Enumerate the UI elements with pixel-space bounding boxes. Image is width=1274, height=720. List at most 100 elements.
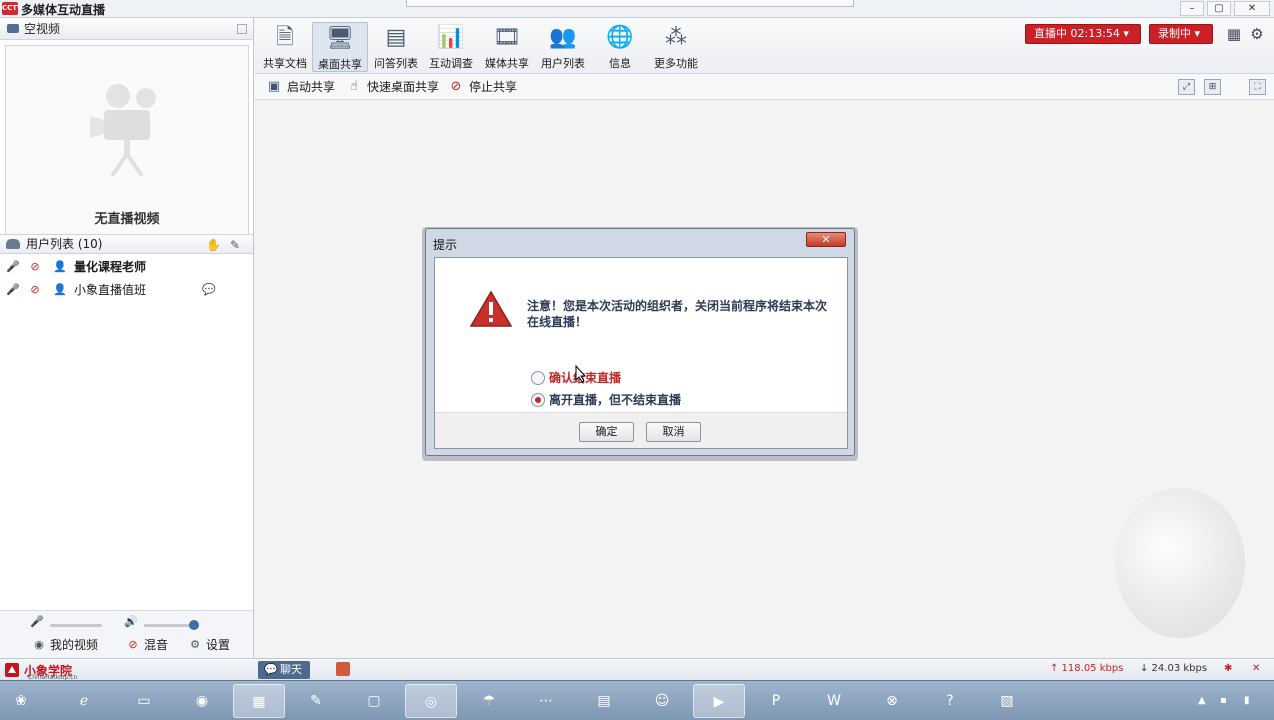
- mix-button[interactable]: ⊘ 混音: [126, 637, 168, 653]
- quick-desktop-share-button[interactable]: ☝ 快速桌面共享: [345, 78, 439, 96]
- mic-icon[interactable]: 🎤: [6, 260, 20, 274]
- fit-screen-icon[interactable]: ⤢: [1178, 79, 1195, 95]
- user-icon: 👤: [53, 283, 67, 296]
- watermark-globe: [1115, 488, 1245, 638]
- toolbar-label: 共享文档: [263, 57, 307, 70]
- taskbar-live-icon[interactable]: ▶: [693, 684, 745, 718]
- toolbar-label: 用户列表: [541, 57, 585, 70]
- taskbar-app-icon[interactable]: ✎: [290, 684, 342, 718]
- actual-size-icon[interactable]: ⊞: [1204, 79, 1221, 95]
- taskbar-app-icon[interactable]: ▧: [981, 684, 1033, 718]
- taskbar-app-active-icon[interactable]: ▦: [233, 684, 285, 718]
- camera-off-icon[interactable]: ⊘: [28, 260, 42, 274]
- media-icon: 🎞: [493, 25, 521, 50]
- toolbar-survey[interactable]: 📊 互动调查: [423, 22, 479, 72]
- taskbar-app-icon[interactable]: W: [808, 684, 860, 718]
- mic-volume-slider[interactable]: [50, 624, 102, 627]
- taskbar-powerpoint-icon[interactable]: P: [750, 684, 802, 718]
- user-list-title: 用户列表 (10): [26, 237, 103, 251]
- start-share-button[interactable]: ▣ 启动共享: [265, 78, 335, 96]
- os-taskbar: ❀ ℯ ▭ ◉ ▦ ✎ ▢ ◎ ☂ ⋯ ▤ ☺ ▶ P W ⊗ ? ▧ ▲ ▪ …: [0, 680, 1274, 720]
- more-icon: ⁂: [665, 25, 687, 50]
- document-icon: 🗎: [276, 25, 294, 50]
- dialog-body: 注意！您是本次活动的组织者，关闭当前程序将结束本次在线直播！ 确认结束直播 离开…: [434, 257, 848, 449]
- taskbar-app-icon[interactable]: ☂: [463, 684, 515, 718]
- my-video-button[interactable]: ◉ 我的视频: [32, 637, 98, 653]
- left-panel: 空视频 无直播视频 用户列表 (10) ✋ ✎ 🎤 ⊘ 👤 量化课程老师 🎤 ⊘…: [0, 18, 254, 658]
- taskbar-browser-icon[interactable]: ◎: [405, 684, 457, 718]
- radio-leave-live[interactable]: [531, 393, 545, 407]
- taskbar-app-icon[interactable]: ▢: [348, 684, 400, 718]
- layout-icon[interactable]: ▦: [1225, 25, 1243, 43]
- start-button-icon[interactable]: ❀: [2, 684, 40, 718]
- hand-raise-icon[interactable]: ✋: [206, 238, 221, 252]
- ok-button[interactable]: 确定: [579, 422, 634, 442]
- toolbar-share-document[interactable]: 🗎 共享文档: [257, 22, 313, 72]
- panel-options-icon[interactable]: [237, 24, 247, 34]
- monitor-icon: ▣: [267, 79, 281, 94]
- tray-app-icon[interactable]: ▪: [1220, 695, 1227, 706]
- notification-icon[interactable]: [336, 662, 350, 676]
- camera-off-icon[interactable]: ⊘: [28, 283, 42, 297]
- video-area: 无直播视频: [5, 45, 249, 237]
- my-video-label: 我的视频: [50, 638, 99, 652]
- toolbar-user-list[interactable]: 👥 用户列表: [535, 22, 591, 72]
- chat-bubble-icon[interactable]: 💬: [202, 283, 216, 297]
- user-list-header: 用户列表 (10) ✋ ✎: [0, 234, 253, 254]
- settings-button[interactable]: ⚙ 设置: [188, 637, 230, 653]
- chat-tab-label: 聊天: [280, 663, 302, 676]
- title-bar: CCTV 多媒体互动直播 – ▢ ✕: [0, 0, 1274, 18]
- gear-icon[interactable]: ⚙: [1248, 25, 1266, 43]
- toolbar-qa-list[interactable]: ▤ 问答列表: [368, 22, 424, 72]
- toolbar-info[interactable]: 🌐 信息: [592, 22, 648, 72]
- upload-speed: ↑ 118.05 kbps: [1050, 663, 1124, 674]
- chat-icon: 💬: [264, 663, 278, 676]
- live-status-button[interactable]: 直播中 02:13:54 ▾: [1025, 24, 1141, 44]
- toolbar-media-share[interactable]: 🎞 媒体共享: [479, 22, 535, 72]
- tray-arrow-icon[interactable]: ▲: [1198, 695, 1206, 706]
- taskbar-wechat-icon[interactable]: ☺: [636, 684, 688, 718]
- tray-signal-icon[interactable]: ▮: [1244, 695, 1250, 706]
- taskbar-calculator-icon[interactable]: ▤: [578, 684, 630, 718]
- taskbar-app-icon[interactable]: ⋯: [520, 684, 572, 718]
- toolbar-more[interactable]: ⁂ 更多功能: [648, 22, 704, 72]
- app-logo-icon: CCTV: [2, 2, 22, 15]
- start-share-label: 启动共享: [287, 80, 336, 94]
- mic-off-icon[interactable]: 🎤: [6, 283, 20, 297]
- user-list-item[interactable]: 🎤 ⊘ 👤 小象直播值班 💬: [0, 279, 253, 301]
- minimize-button[interactable]: –: [1180, 1, 1204, 16]
- speaker-volume-knob[interactable]: [189, 620, 199, 630]
- maximize-button[interactable]: ▢: [1207, 1, 1231, 16]
- user-list-item[interactable]: 🎤 ⊘ 👤 量化课程老师: [0, 256, 253, 278]
- quick-share-label: 快速桌面共享: [367, 80, 440, 94]
- status-alert-icon[interactable]: ✱: [1224, 663, 1232, 674]
- chat-tab[interactable]: 💬 聊天: [258, 661, 310, 679]
- user-settings-icon[interactable]: ✎: [228, 238, 242, 252]
- radio-leave-live-label[interactable]: 离开直播，但不结束直播: [549, 392, 681, 408]
- taskbar-app-icon[interactable]: ▭: [118, 684, 170, 718]
- hand-pointer-icon: ☝: [350, 79, 358, 94]
- camera-small-icon: [7, 24, 19, 33]
- user-name: 量化课程老师: [74, 260, 147, 274]
- record-status-button[interactable]: 录制中 ▾: [1149, 24, 1213, 44]
- cancel-button[interactable]: 取消: [646, 422, 701, 442]
- video-panel-header: 空视频: [0, 18, 253, 40]
- stop-share-button[interactable]: ⊘ 停止共享: [447, 78, 517, 96]
- dialog-close-button[interactable]: ✕: [806, 232, 846, 247]
- status-bar: 小象学院 ChinaHadoop.cn 💬 聊天 ↑ 118.05 kbps ↓…: [0, 658, 1274, 681]
- toolbar-desktop-share[interactable]: 🖥 桌面共享: [312, 22, 368, 72]
- radio-end-live[interactable]: [531, 371, 545, 385]
- fullscreen-icon[interactable]: ⛶: [1249, 79, 1266, 95]
- taskbar-ie-icon[interactable]: ℯ: [58, 684, 110, 718]
- qa-icon: ▤: [385, 25, 407, 50]
- taskbar-app-icon[interactable]: ⊗: [866, 684, 918, 718]
- toolbar-label: 问答列表: [374, 57, 418, 70]
- status-close-icon[interactable]: ✕: [1252, 663, 1260, 674]
- taskbar-app-icon[interactable]: ◉: [176, 684, 228, 718]
- mouse-cursor-icon: [575, 365, 587, 383]
- taskbar-help-icon[interactable]: ?: [924, 684, 976, 718]
- close-window-button[interactable]: ✕: [1234, 1, 1270, 16]
- desktop-icon: 🖥: [326, 26, 354, 51]
- video-panel-title: 空视频: [24, 22, 61, 36]
- toolbar-label: 桌面共享: [318, 58, 362, 71]
